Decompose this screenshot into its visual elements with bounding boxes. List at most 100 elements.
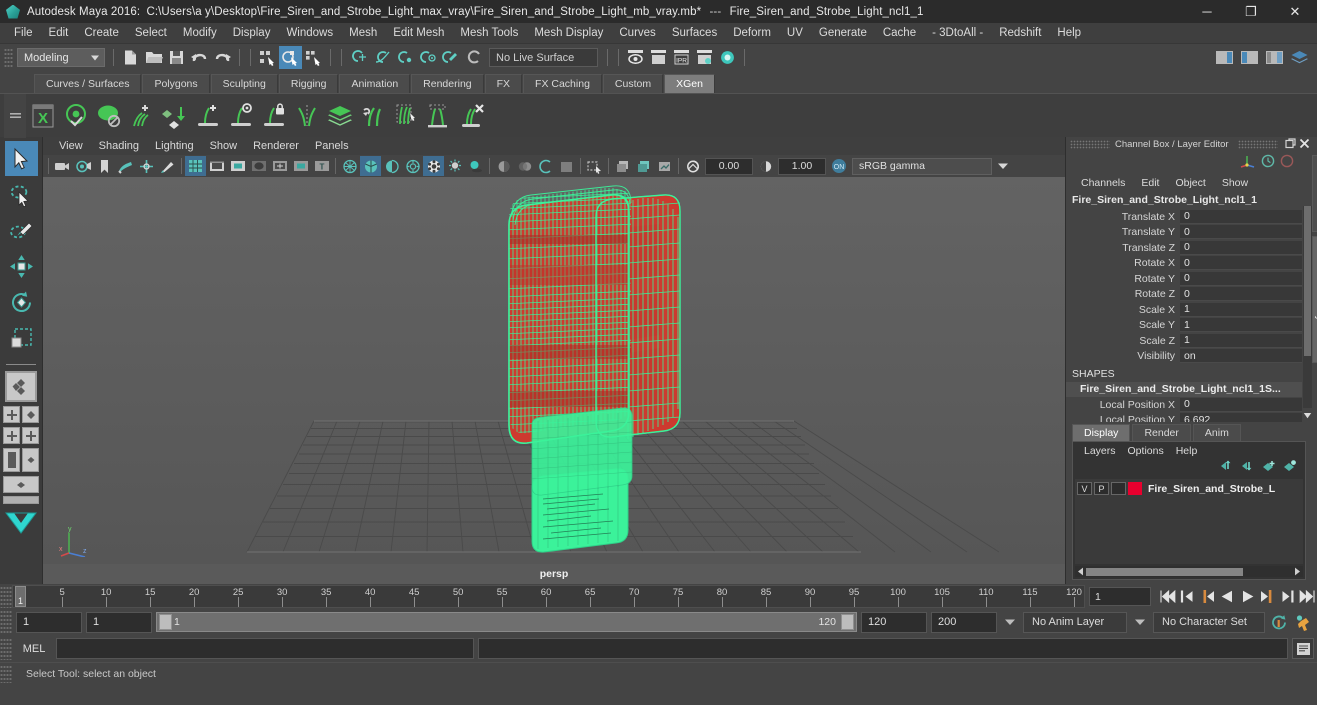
two-pane-side-layout-icon[interactable] bbox=[3, 427, 20, 444]
channel-row-scale-x[interactable]: Scale X 1 bbox=[1066, 302, 1302, 318]
channel-row-scale-z[interactable]: Scale Z 1 bbox=[1066, 333, 1302, 349]
layer-tab-display[interactable]: Display bbox=[1072, 424, 1131, 441]
text-overlay-icon[interactable]: T bbox=[311, 156, 332, 176]
use-all-lights-icon[interactable] bbox=[444, 156, 465, 176]
attr-value[interactable]: on bbox=[1180, 349, 1302, 364]
menu-3dtoall[interactable]: - 3DtoAll - bbox=[924, 25, 991, 41]
gamma-control-icon[interactable] bbox=[755, 156, 776, 176]
viewport-canvas[interactable] bbox=[43, 177, 1065, 564]
image-plane-icon[interactable] bbox=[115, 156, 136, 176]
channel-menu-show[interactable]: Show bbox=[1215, 176, 1255, 190]
select-by-hierarchy-button[interactable] bbox=[256, 46, 279, 69]
layer-name-label[interactable]: Fire_Siren_and_Strobe_L bbox=[1144, 483, 1275, 495]
four-pane-layout-icon[interactable] bbox=[3, 406, 20, 423]
xgen-mirror-icon[interactable] bbox=[290, 98, 323, 134]
step-back-frame-icon[interactable] bbox=[1197, 586, 1217, 607]
resolution-gate-icon[interactable] bbox=[227, 156, 248, 176]
camera-attributes-icon[interactable] bbox=[73, 156, 94, 176]
anim-layer-chevron-down-icon[interactable] bbox=[1001, 618, 1019, 626]
render-current-frame-button[interactable] bbox=[647, 46, 670, 69]
xgen-add-groom-icon[interactable] bbox=[125, 98, 158, 134]
range-slider-left-handle[interactable] bbox=[159, 614, 172, 630]
viewport-menu-show[interactable]: Show bbox=[202, 139, 246, 153]
bookmark-icon[interactable] bbox=[94, 156, 115, 176]
attr-value[interactable]: 6.692 bbox=[1180, 413, 1302, 422]
channel-row-translate-y[interactable]: Translate Y 0 bbox=[1066, 225, 1302, 241]
panel-drag-grip-right[interactable] bbox=[1237, 140, 1278, 149]
channel-row-translate-z[interactable]: Translate Z 0 bbox=[1066, 240, 1302, 256]
hypergraph-layout-icon[interactable] bbox=[22, 448, 39, 472]
two-pane-stacked-layout-icon[interactable] bbox=[22, 427, 39, 444]
shelf-tab-fx-caching[interactable]: FX Caching bbox=[523, 74, 602, 93]
lasso-select-tool-icon[interactable] bbox=[5, 177, 38, 212]
channel-menu-object[interactable]: Object bbox=[1168, 176, 1212, 190]
viewport-snapshot-icon[interactable] bbox=[633, 156, 654, 176]
menu-help[interactable]: Help bbox=[1049, 25, 1089, 41]
perspective-viewport[interactable]: y z x persp bbox=[43, 177, 1065, 584]
color-space-chevron-down-icon[interactable] bbox=[994, 158, 1012, 175]
viewport-menu-renderer[interactable]: Renderer bbox=[245, 139, 307, 153]
time-slider-grip[interactable] bbox=[0, 585, 12, 608]
command-input-field[interactable] bbox=[56, 638, 474, 659]
layer-tab-render[interactable]: Render bbox=[1132, 424, 1191, 441]
clock-icon[interactable] bbox=[1261, 154, 1275, 173]
grid-icon[interactable] bbox=[185, 156, 206, 176]
screen-space-ao-icon[interactable] bbox=[493, 156, 514, 176]
menu-deform[interactable]: Deform bbox=[725, 25, 779, 41]
persp-graph-layout-icon[interactable] bbox=[3, 476, 39, 493]
layer-menu-options[interactable]: Options bbox=[1122, 445, 1170, 457]
menu-file[interactable]: File bbox=[6, 25, 41, 41]
menu-surfaces[interactable]: Surfaces bbox=[664, 25, 725, 41]
wireframe-icon[interactable] bbox=[339, 156, 360, 176]
undock-icon[interactable] bbox=[1285, 137, 1296, 152]
close-button[interactable]: ✕ bbox=[1273, 0, 1317, 23]
open-render-view-button[interactable] bbox=[624, 46, 647, 69]
channel-menu-edit[interactable]: Edit bbox=[1134, 176, 1166, 190]
help-line-grip[interactable] bbox=[0, 664, 12, 683]
move-tool-icon[interactable] bbox=[5, 249, 38, 284]
layer-menu-help[interactable]: Help bbox=[1170, 445, 1204, 457]
channel-box-scroll-down-arrow[interactable] bbox=[1303, 409, 1312, 422]
go-to-end-icon[interactable] bbox=[1297, 586, 1317, 607]
range-slider-right-handle[interactable] bbox=[841, 614, 854, 630]
channel-row-translate-x[interactable]: Translate X 0 bbox=[1066, 209, 1302, 225]
attr-value[interactable]: 1 bbox=[1180, 302, 1302, 317]
create-empty-layer-icon[interactable] bbox=[1261, 459, 1276, 477]
move-layer-up-icon[interactable] bbox=[1219, 459, 1234, 477]
xgen-clump-tool-icon[interactable] bbox=[422, 98, 455, 134]
show-hide-tool-settings-button[interactable] bbox=[1238, 46, 1261, 69]
isolate-select-icon[interactable] bbox=[535, 156, 556, 176]
anim-layer-selector[interactable]: No Anim Layer bbox=[1023, 611, 1127, 633]
textured-icon[interactable] bbox=[423, 156, 444, 176]
step-back-keyframe-icon[interactable] bbox=[1177, 586, 1197, 607]
menu-uv[interactable]: UV bbox=[779, 25, 811, 41]
xgen-delete-tool-icon[interactable] bbox=[455, 98, 488, 134]
viewport-render-region-icon[interactable] bbox=[654, 156, 675, 176]
attr-value[interactable]: 0 bbox=[1180, 256, 1302, 271]
shelf-tab-polygons[interactable]: Polygons bbox=[142, 74, 210, 93]
xgen-lock-description-icon[interactable] bbox=[257, 98, 290, 134]
exposure-icon[interactable] bbox=[290, 156, 311, 176]
single-pane-layout-icon[interactable] bbox=[5, 371, 37, 402]
attr-value[interactable]: 0 bbox=[1180, 225, 1302, 240]
vertical-tab-channel-box[interactable]: Channel Box / Layer Editor bbox=[1312, 235, 1317, 364]
maximize-button[interactable]: ❐ bbox=[1229, 0, 1273, 23]
gate-mask-icon[interactable] bbox=[248, 156, 269, 176]
time-slider-track[interactable]: 1 5 10 15 20 25 30 35 40 45 50 55 60 65 70 75 80 85 90 95 1… bbox=[12, 585, 1085, 608]
menu-edit[interactable]: Edit bbox=[41, 25, 77, 41]
statusline-grip[interactable] bbox=[4, 47, 13, 68]
channel-box-shape-name[interactable]: Fire_Siren_and_Strobe_Light_ncl1_1S... bbox=[1066, 382, 1302, 397]
shadows-icon[interactable] bbox=[465, 156, 486, 176]
paint-select-tool-icon[interactable] bbox=[5, 213, 38, 248]
persp-layout-icon[interactable] bbox=[22, 406, 39, 423]
select-by-component-button[interactable] bbox=[302, 46, 325, 69]
layer-row[interactable]: V P Fire_Siren_and_Strobe_L bbox=[1075, 481, 1303, 496]
playback-end-time-field[interactable]: 120 bbox=[861, 611, 927, 633]
select-camera-icon[interactable] bbox=[52, 156, 73, 176]
shelf-tab-fx[interactable]: FX bbox=[484, 74, 523, 93]
attr-value[interactable]: 1 bbox=[1180, 333, 1302, 348]
color-management-toggle-icon[interactable]: ON bbox=[828, 156, 849, 176]
use-default-material-icon[interactable] bbox=[402, 156, 423, 176]
shelf-tab-xgen[interactable]: XGen bbox=[664, 74, 715, 93]
animation-start-time-field[interactable]: 1 bbox=[16, 611, 82, 633]
